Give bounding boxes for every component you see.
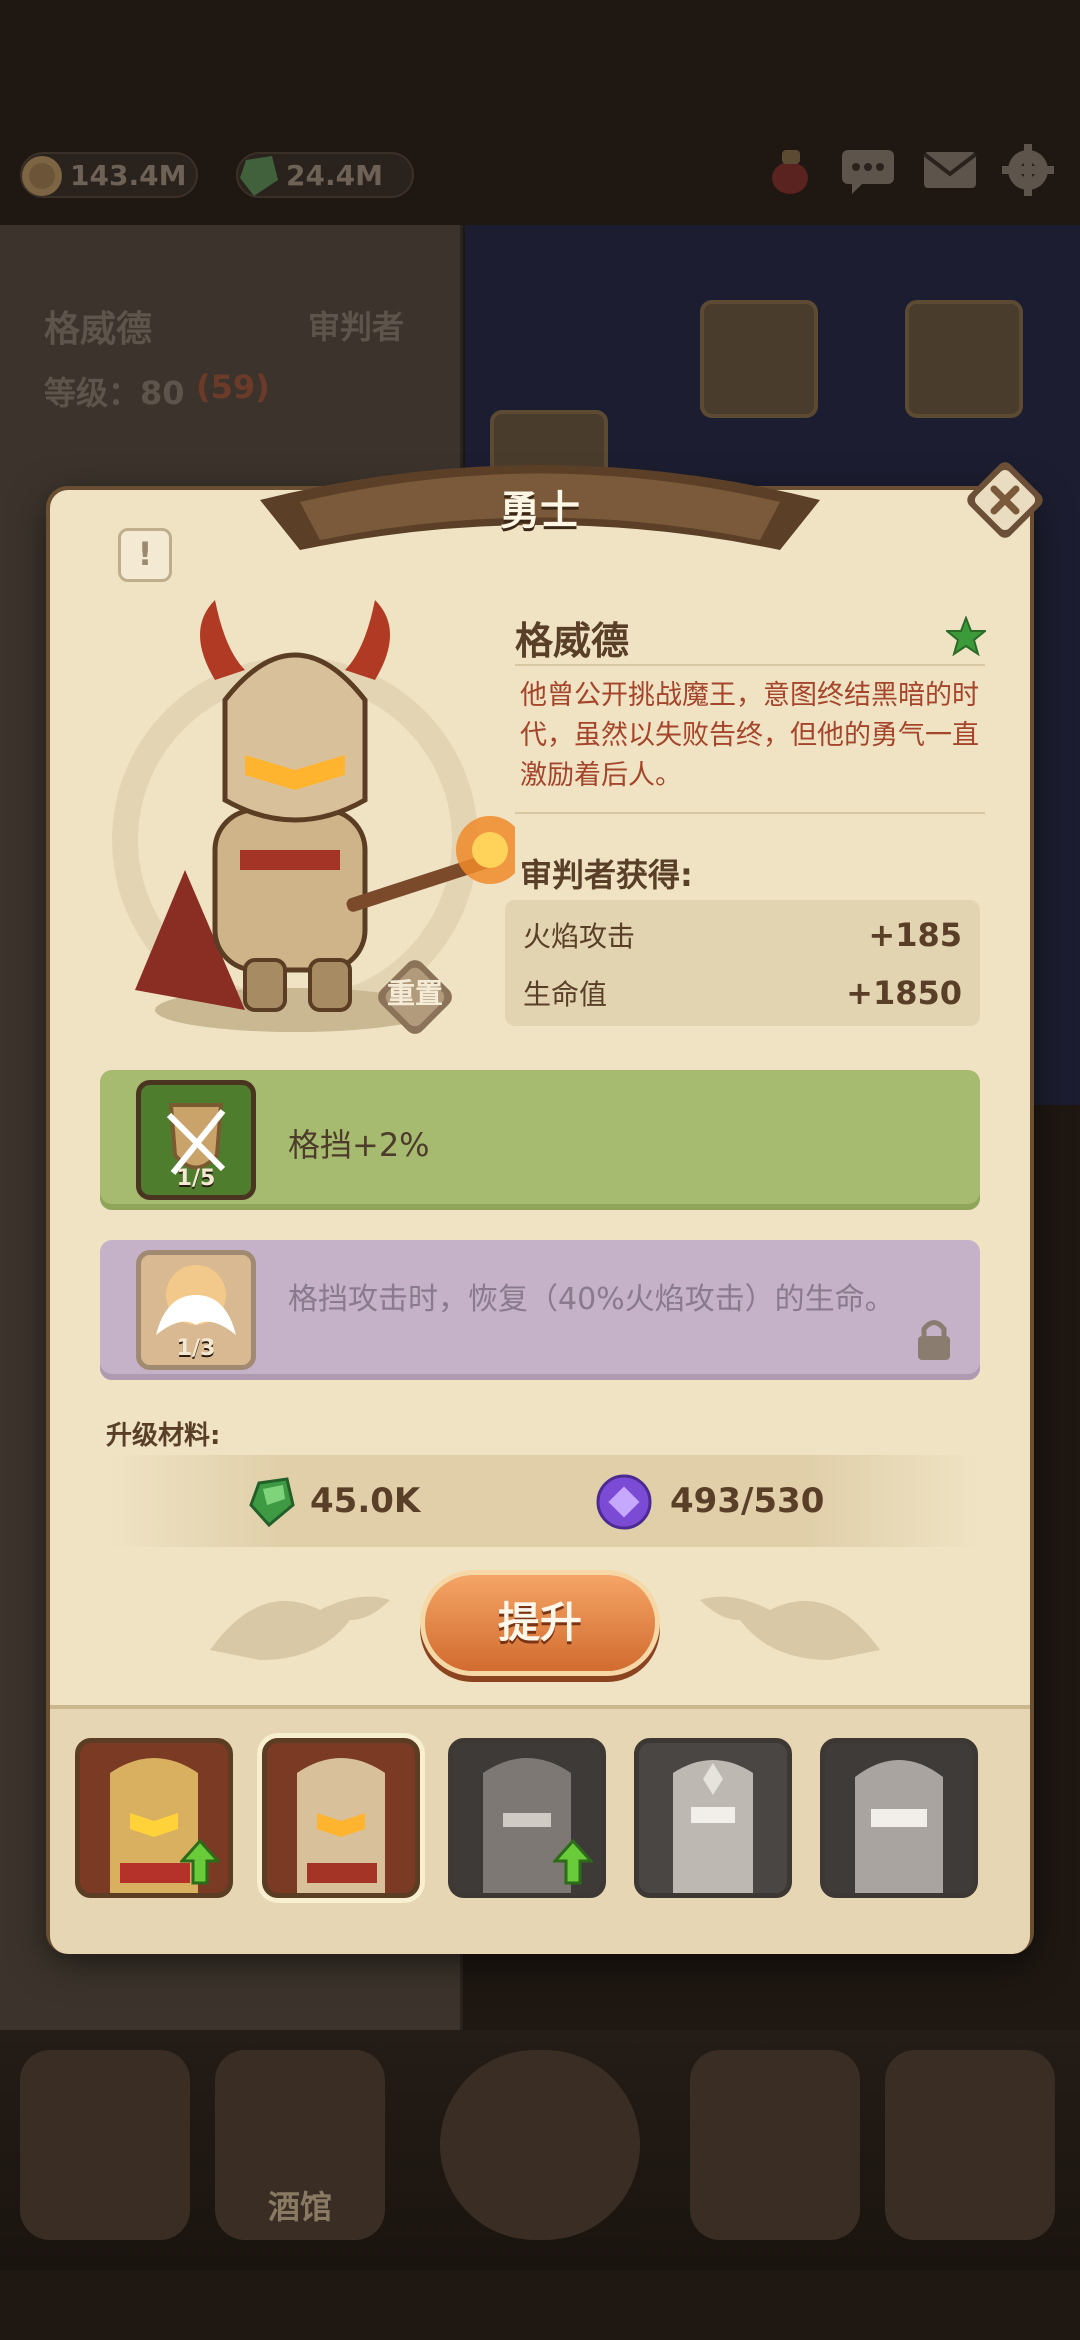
- skill-bar-heal[interactable]: 1/3 格挡攻击时，恢复（40%火焰攻击）的生命。: [100, 1240, 980, 1380]
- info-button[interactable]: !: [118, 528, 172, 582]
- chat-icon[interactable]: [838, 140, 898, 200]
- stat-value: +185: [868, 916, 962, 954]
- gem-cost: 45.0K: [310, 1481, 421, 1521]
- star-icon: [946, 616, 986, 656]
- gem-counter[interactable]: 24.4M: [236, 152, 414, 198]
- upgrade-button[interactable]: 提升: [425, 1575, 655, 1671]
- bg-hero-name: 格威德: [44, 309, 153, 350]
- modal-title: 勇士: [500, 488, 580, 534]
- gold-counter[interactable]: 143.4M: [20, 152, 198, 198]
- nav-tavern-label: 酒馆: [268, 2188, 333, 2226]
- shard-cost: 493/530: [670, 1481, 825, 1521]
- nav-town[interactable]: [20, 2050, 190, 2240]
- hero-name: 格威德: [515, 619, 630, 663]
- divider: [515, 664, 985, 666]
- variant-portrait-locked[interactable]: [634, 1738, 792, 1898]
- materials-label: 升级材料:: [106, 1421, 221, 1451]
- purple-shard-icon: [596, 1474, 652, 1530]
- variant-portrait-locked[interactable]: [820, 1738, 978, 1898]
- variant-art: [855, 1760, 943, 1893]
- bg-hero-class: 审判者: [308, 308, 405, 346]
- close-button[interactable]: [960, 455, 1050, 545]
- mail-icon[interactable]: [920, 140, 980, 200]
- potion-icon[interactable]: [760, 140, 820, 200]
- nav-forge[interactable]: [690, 2050, 860, 2240]
- skill-description: 格挡+2%: [288, 1126, 430, 1164]
- stat-row-fire-attack: 火焰攻击 +185: [523, 906, 962, 964]
- hero-description: 他曾公开挑战魔王，意图终结黑暗的时代，虽然以失败告终，但他的勇气一直激励着后人。: [520, 680, 979, 791]
- gem-amount: 24.4M: [286, 158, 383, 192]
- dragon-ornament-left: [210, 1596, 390, 1660]
- nav-adventure[interactable]: [440, 2050, 640, 2240]
- variant-portrait-locked[interactable]: [448, 1738, 606, 1898]
- bottom-nav: [0, 2030, 1080, 2270]
- roster-hero-card[interactable]: [700, 300, 818, 418]
- stat-value: +1850: [846, 974, 962, 1012]
- bg-level-label: 等级：80: [44, 374, 185, 412]
- green-gem-icon: [249, 1477, 295, 1528]
- nav-battle[interactable]: [885, 2050, 1055, 2240]
- green-gem-icon: [240, 156, 278, 196]
- stat-name: 火焰攻击: [523, 920, 636, 953]
- stat-row-hp: 生命值 +1850: [523, 964, 962, 1022]
- skill-description: 格挡攻击时，恢复（40%火焰攻击）的生命。: [288, 1282, 895, 1317]
- stat-name: 生命值: [523, 978, 608, 1011]
- variant-portrait-selected[interactable]: [262, 1738, 420, 1898]
- gold-coin-icon: [22, 156, 62, 196]
- dragon-ornament-right: [700, 1596, 880, 1660]
- variant-art: [297, 1758, 385, 1893]
- skill-level: 1/5: [176, 1166, 216, 1191]
- bg-level-bonus: (59): [196, 368, 270, 406]
- skill-bar-block[interactable]: 1/5 格挡+2%: [100, 1070, 980, 1210]
- materials-row: 45.0K 493/530: [110, 1455, 980, 1547]
- upgrade-arrow-icon: [180, 1839, 220, 1885]
- gold-amount: 143.4M: [70, 158, 187, 192]
- gear-icon[interactable]: [998, 140, 1058, 200]
- class-gain-title: 审判者获得:: [520, 856, 693, 894]
- variant-art: [673, 1760, 753, 1893]
- lock-icon: [918, 1320, 950, 1360]
- skill-level: 1/3: [176, 1336, 216, 1361]
- exclamation-icon: !: [137, 535, 153, 573]
- reset-label: 重置: [386, 977, 443, 1010]
- skill-icon-heal: 1/3: [136, 1250, 256, 1370]
- skill-icon-block: 1/5: [136, 1080, 256, 1200]
- stat-bonus-box: 火焰攻击 +185 生命值 +1850: [505, 900, 980, 1026]
- roster-hero-card[interactable]: [905, 300, 1023, 418]
- upgrade-arrow-icon: [553, 1839, 593, 1885]
- divider: [515, 812, 985, 814]
- variant-portrait[interactable]: [75, 1738, 233, 1898]
- top-bar: 143.4M 24.4M: [0, 130, 1080, 220]
